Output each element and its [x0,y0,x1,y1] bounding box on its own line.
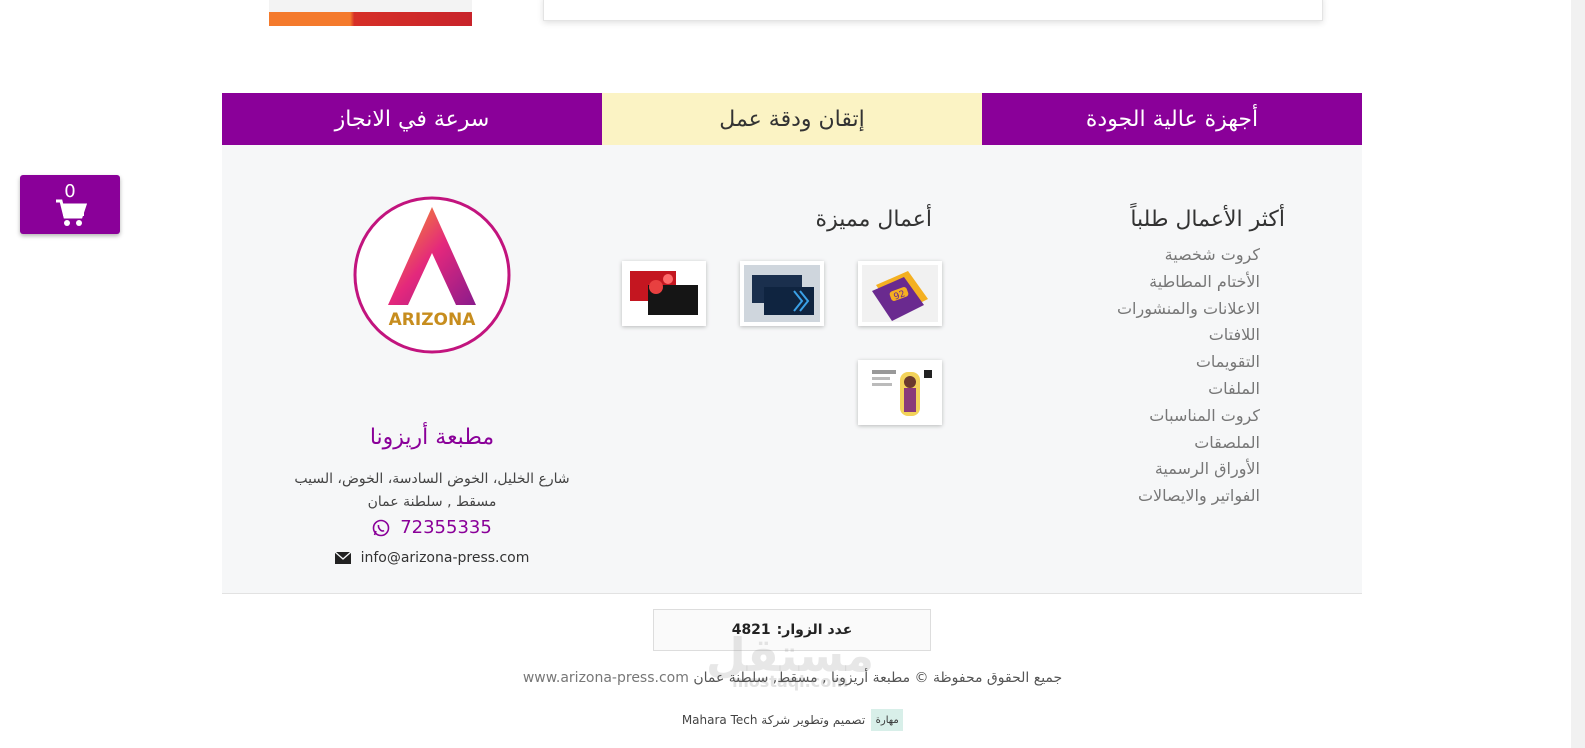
developer-credit: مهارة تصميم وتطوير شركة Mahara Tech [0,709,1585,731]
feature-quality: أجهزة عالية الجودة [982,93,1362,145]
top-content-card [543,0,1323,21]
popular-item-calendars[interactable]: التقويمات [1062,349,1260,376]
copyright-text: جميع الحقوق محفوظة © مطبعة أريزونا , مسق… [693,670,1063,686]
visitor-counter-value: 4821 [731,622,771,638]
svg-text:ARIZONA: ARIZONA [389,310,477,330]
copyright-line: جميع الحقوق محفوظة © مطبعة أريزونا , مسق… [0,670,1585,686]
feature-precision: إتقان ودقة عمل [602,93,982,145]
blue-cards-image [744,265,820,322]
popular-works-title: أكثر الأعمال طلباً [1130,207,1285,232]
work-thumb-poster[interactable] [858,360,942,425]
popular-item-banners[interactable]: اللافتات [1062,322,1260,349]
popular-item-flyers[interactable]: الاعلانات والمنشورات [1062,296,1260,323]
cart-button[interactable]: 0 [20,175,120,234]
footer-panel: أكثر الأعمال طلباً كروت شخصية الأختام ال… [222,145,1362,594]
visitor-counter-label: عدد الزوار: [776,622,853,638]
brand-email-address: info@arizona-press.com [360,550,530,566]
red-cards-image [626,265,702,322]
whatsapp-icon [372,519,390,536]
popular-works-section: أكثر الأعمال طلباً كروت شخصية الأختام ال… [1062,207,1362,510]
poster-image [862,364,938,421]
mahara-logo[interactable]: مهارة [871,709,904,731]
popular-item-invoices[interactable]: الفواتير والايصالات [1062,483,1260,510]
brand-phone-number: 72355335 [400,517,492,538]
popular-item-folders[interactable]: الملفات [1062,376,1260,403]
cart-icon [56,199,87,226]
popular-item-rubber-stamps[interactable]: الأختام المطاطية [1062,269,1260,296]
work-thumb-red-cards[interactable] [622,261,706,326]
featured-works-title: أعمال مميزة [815,207,932,232]
popular-item-stickers[interactable]: الملصقات [1062,430,1260,457]
popular-works-list: كروت شخصية الأختام المطاطية الاعلانات وا… [1062,242,1362,510]
brand-name: مطبعة أريزونا [369,425,495,450]
work-thumb-flyers[interactable]: 92 [858,261,942,326]
page-scrollbar[interactable] [1571,0,1585,748]
brand-address-line2: مسقط , سلطنة عمان [367,494,497,510]
feature-speed: سرعة في الانجاز [222,93,602,145]
flyers-image: 92 [862,265,938,322]
site-url-link[interactable]: www.arizona-press.com [523,670,689,686]
brand-email[interactable]: info@arizona-press.com [272,550,592,566]
brand-phone[interactable]: 72355335 [272,517,592,538]
developer-credit-text[interactable]: تصميم وتطوير شركة Mahara Tech [682,713,865,727]
arizona-logo[interactable]: ARIZONA [352,195,512,355]
envelope-icon [334,552,351,564]
top-banner-image [269,0,472,26]
popular-item-occasion-cards[interactable]: كروت المناسبات [1062,403,1260,430]
popular-item-business-cards[interactable]: كروت شخصية [1062,242,1260,269]
work-thumb-blue-cards[interactable] [740,261,824,326]
popular-item-letterheads[interactable]: الأوراق الرسمية [1062,456,1260,483]
featured-works-section: أعمال مميزة 92 [622,207,962,425]
visitor-counter: عدد الزوار: 4821 [653,609,931,651]
brand-address-line1: شارع الخليل، الخوض السادسة، الخوض، السيب [294,471,570,487]
features-bar: أجهزة عالية الجودة إتقان ودقة عمل سرعة ف… [222,93,1362,145]
